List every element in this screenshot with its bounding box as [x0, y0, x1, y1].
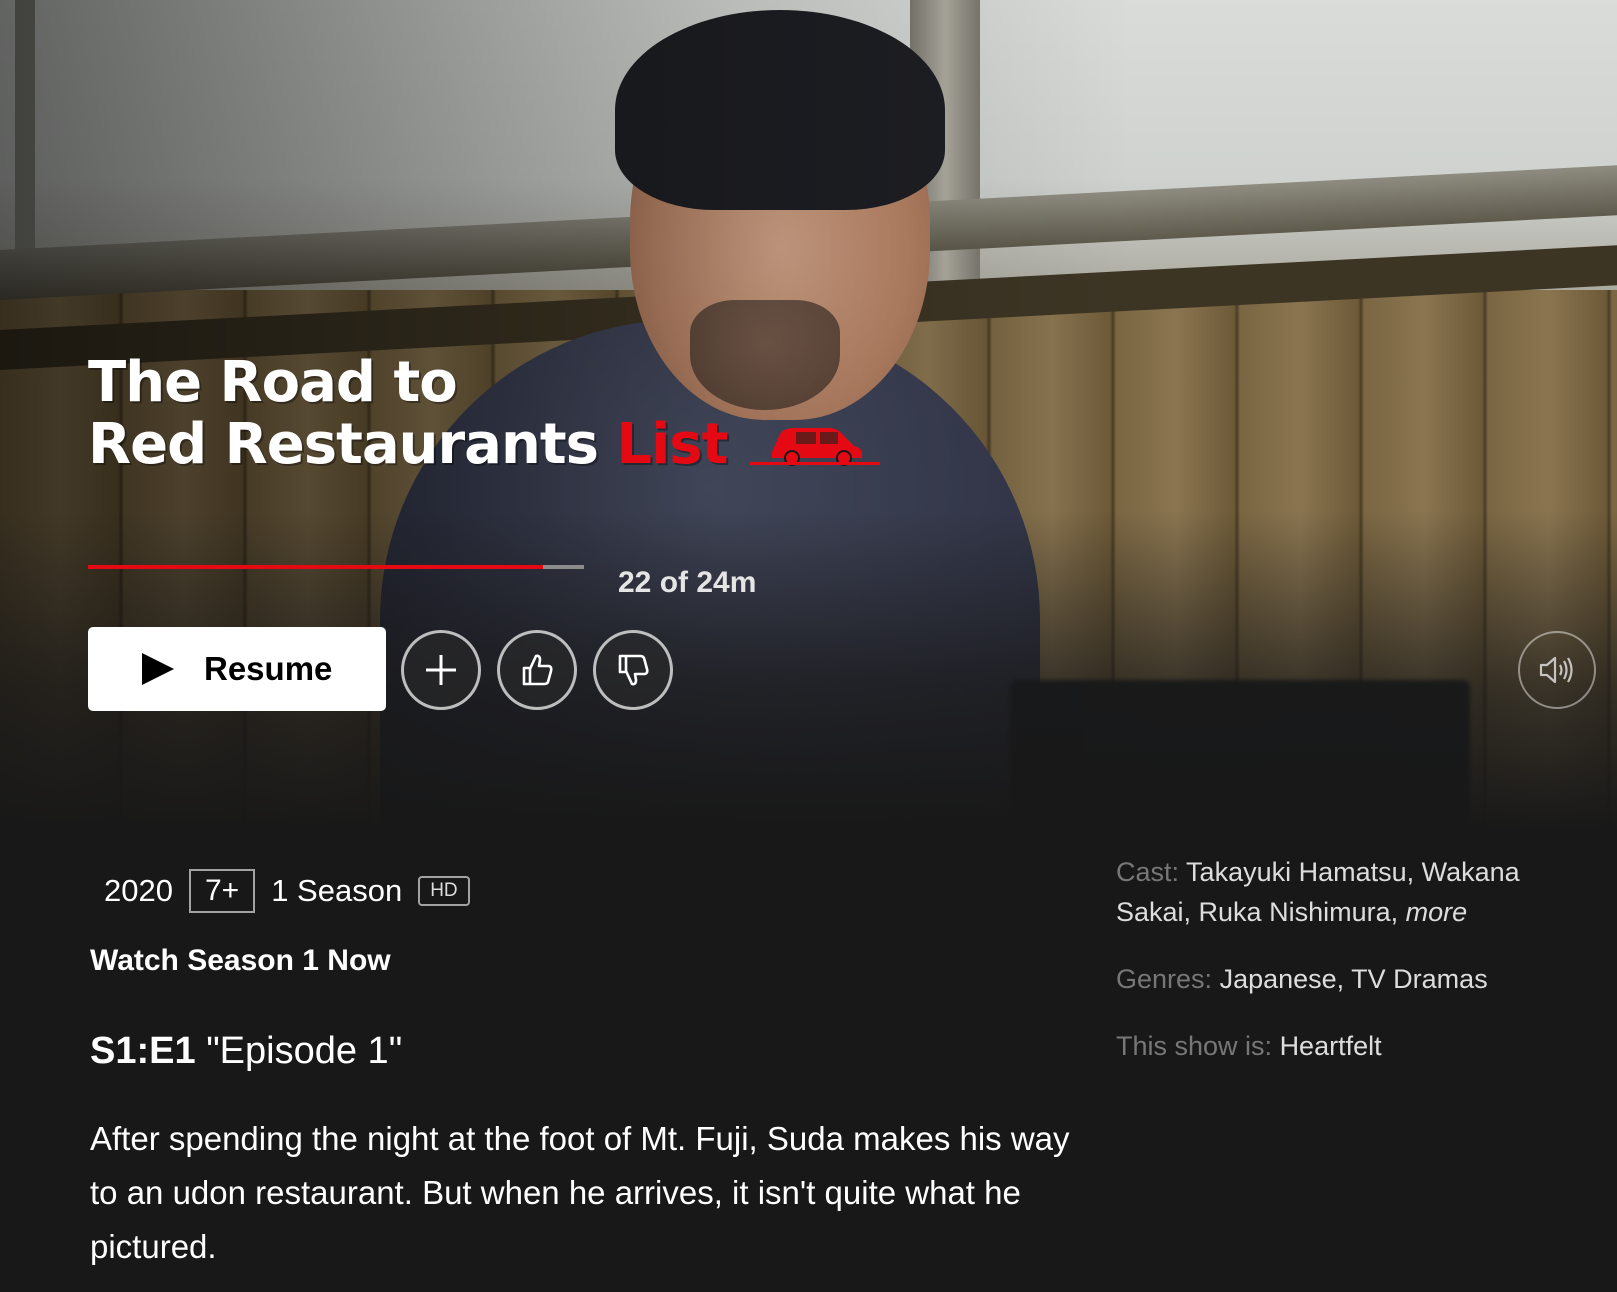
progress-bar-fill: [88, 565, 543, 569]
thumbs-down-icon: [618, 654, 649, 686]
episode-title: "Episode 1": [206, 1030, 403, 1072]
hero-banner: The Road to Red Restaurants List 22 of 2…: [0, 0, 1617, 830]
season-count: 1 Season: [271, 873, 403, 908]
genres-row: Genres: Japanese, TV Dramas: [1116, 959, 1586, 999]
show-tags-value[interactable]: Heartfelt: [1280, 1031, 1382, 1061]
progress-time: 22 of 24m: [618, 566, 757, 599]
episode-synopsis: After spending the night at the foot of …: [90, 1120, 1070, 1265]
cast-row: Cast: Takayuki Hamatsu, Wakana Sakai, Ru…: [1116, 852, 1586, 932]
add-to-list-button[interactable]: [401, 630, 481, 710]
thumbs-up-icon: [522, 654, 553, 686]
release-year: 2020: [104, 873, 173, 908]
title-line-2: Red Restaurants: [88, 412, 599, 477]
watch-now-heading: Watch Season 1 Now: [90, 944, 391, 977]
progress-bar: [88, 565, 584, 569]
maturity-rating: 7+: [188, 869, 256, 913]
play-icon: [142, 653, 174, 685]
volume-button[interactable]: [1518, 631, 1596, 709]
car-icon: [749, 417, 880, 479]
volume-icon: [1539, 656, 1573, 684]
resume-label: Resume: [204, 650, 333, 687]
title-line-1: The Road to: [88, 350, 458, 415]
genres-label: Genres:: [1116, 964, 1213, 994]
show-tags-label: This show is:: [1116, 1031, 1273, 1061]
cast-label: Cast:: [1116, 857, 1180, 887]
like-button[interactable]: [497, 630, 577, 710]
dislike-button[interactable]: [593, 630, 673, 710]
cast-more-link[interactable]: more: [1406, 897, 1468, 927]
hd-badge: HD: [418, 876, 470, 906]
show-tags-row: This show is: Heartfelt: [1116, 1026, 1586, 1066]
resume-button[interactable]: Resume: [88, 627, 386, 711]
episode-heading: S1:E1 "Episode 1": [90, 1030, 402, 1073]
title-logo: The Road to Red Restaurants List: [88, 350, 880, 479]
plus-icon: [426, 655, 456, 685]
title-line-2-red: List: [616, 412, 728, 477]
title-metadata: 2020 7+ 1 Season HD: [104, 869, 470, 913]
episode-number: S1:E1: [90, 1030, 196, 1072]
details-panel: Cast: Takayuki Hamatsu, Wakana Sakai, Ru…: [1116, 852, 1586, 1093]
genres-value[interactable]: Japanese, TV Dramas: [1220, 964, 1488, 994]
